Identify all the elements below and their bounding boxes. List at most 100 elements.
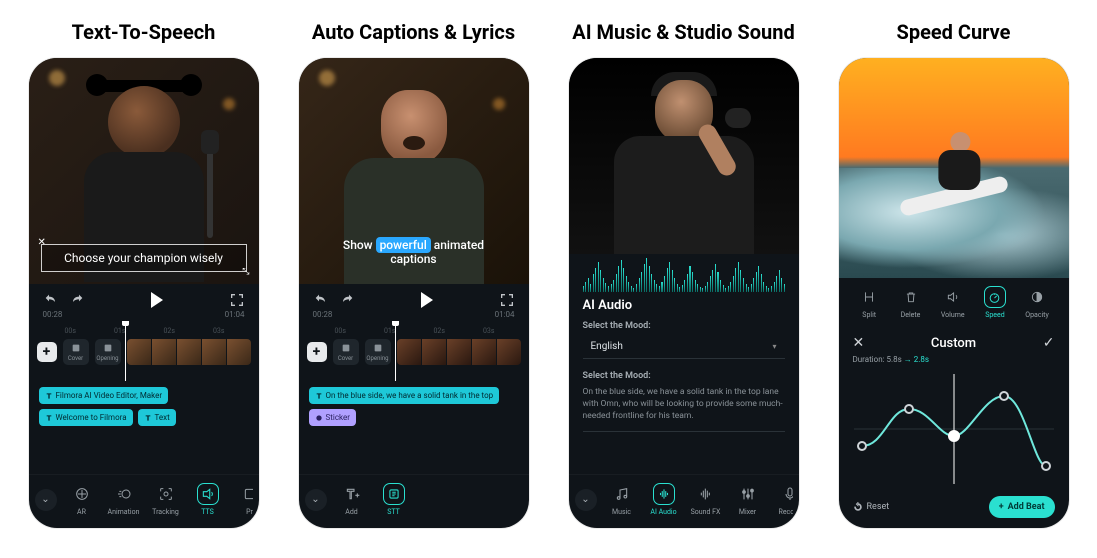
add-beat-button[interactable]: +Add Beat (989, 496, 1055, 518)
playhead[interactable] (125, 321, 126, 381)
close-icon[interactable]: ✕ (38, 237, 46, 248)
speed-icon (984, 286, 1006, 308)
resize-handle-icon[interactable]: ⤡ (242, 267, 249, 277)
target-icon (155, 483, 177, 505)
undo-icon[interactable] (313, 292, 329, 308)
time-total: 01:04 (495, 310, 515, 319)
curve-header: ✕ Custom ✓ (839, 325, 1069, 355)
chevron-down-icon[interactable]: ⌄ (305, 489, 327, 511)
curve-footer: Reset +Add Beat (839, 490, 1069, 528)
text-tag[interactable]: Filmora AI Video Editor, Maker (39, 387, 169, 404)
text-track: On the blue side, we have a solid tank i… (299, 381, 529, 432)
cover-button[interactable]: Cover (333, 339, 359, 365)
split-tool[interactable]: Split (858, 286, 880, 319)
overlay-text: Choose your champion wisely (64, 251, 223, 265)
fullscreen-icon[interactable] (499, 292, 515, 308)
video-preview[interactable] (839, 58, 1069, 278)
text-track: Filmora AI Video Editor, Maker Welcome t… (29, 381, 259, 432)
add-clip-button[interactable]: + (307, 342, 327, 362)
mic-icon (779, 483, 793, 505)
play-button[interactable] (421, 292, 433, 308)
motion-icon (113, 483, 135, 505)
sticker-tag[interactable]: Sticker (309, 409, 356, 426)
preset-tool[interactable]: Pr (231, 483, 253, 516)
text-overlay[interactable]: ✕ Choose your champion wisely ⤡ (41, 244, 247, 272)
mixer-tool[interactable]: Mixer (729, 483, 767, 516)
phone-3: AI Audio Select the Mood: English ▾ Sele… (569, 58, 799, 528)
mood-label-1: Select the Mood: (569, 317, 799, 335)
text-tag[interactable]: Welcome to Filmora (39, 409, 133, 426)
delete-tool[interactable]: Delete (900, 286, 922, 319)
bottom-toolbar: ⌄ Add STT (299, 474, 529, 528)
speed-curve-graph[interactable] (853, 374, 1055, 484)
mixer-icon (737, 483, 759, 505)
reset-button[interactable]: Reset (853, 502, 890, 512)
chevron-down-icon: ▾ (772, 342, 776, 351)
record-tool[interactable]: Record (771, 483, 793, 516)
split-icon (858, 286, 880, 308)
ai-audio-title: AI Audio (569, 292, 799, 317)
time-total: 01:04 (225, 310, 245, 319)
video-clip[interactable] (397, 339, 521, 365)
text-tag[interactable]: Text (138, 409, 176, 426)
transport-bar (299, 284, 529, 310)
opacity-icon (1026, 286, 1048, 308)
time-display: 00:28 01:04 (299, 310, 529, 321)
video-preview[interactable]: Show powerful animated captions (299, 58, 529, 284)
ar-tool[interactable]: AR (63, 483, 101, 516)
cover-button[interactable]: Cover (63, 339, 89, 365)
transcript-text[interactable]: On the blue side, we have a solid tank i… (583, 387, 785, 432)
opening-button[interactable]: Opening (365, 339, 391, 365)
panel-1-title: Text-To-Speech (72, 20, 216, 44)
soundfx-tool[interactable]: Sound FX (687, 483, 725, 516)
undo-icon[interactable] (43, 292, 59, 308)
highlighted-word: powerful (376, 237, 431, 253)
curve-title: Custom (931, 336, 976, 351)
timeline[interactable]: 00s01s02s03s + Cover Opening (299, 321, 529, 381)
tts-icon (197, 483, 219, 505)
select-value: English (591, 341, 623, 352)
caption-overlay: Show powerful animated captions (311, 232, 517, 272)
music-icon (611, 483, 633, 505)
trash-icon (900, 286, 922, 308)
animation-tool[interactable]: Animation (105, 483, 143, 516)
soundfx-icon (695, 483, 717, 505)
chevron-down-icon[interactable]: ⌄ (35, 489, 57, 511)
panel-2-title: Auto Captions & Lyrics (312, 20, 515, 44)
ai-audio-icon (653, 483, 675, 505)
panel-4-title: Speed Curve (897, 20, 1011, 44)
tracking-tool[interactable]: Tracking (147, 483, 185, 516)
box-icon (239, 483, 253, 505)
chevron-down-icon[interactable]: ⌄ (575, 489, 597, 511)
fullscreen-icon[interactable] (229, 292, 245, 308)
tts-tool[interactable]: TTS (189, 483, 227, 516)
speed-tool[interactable]: Speed (984, 286, 1006, 319)
phone-1: ✕ Choose your champion wisely ⤡ 00:28 01… (29, 58, 259, 528)
music-tool[interactable]: Music (603, 483, 641, 516)
close-icon[interactable]: ✕ (853, 335, 865, 351)
mood-label-2: Select the Mood: (569, 367, 799, 385)
transport-bar (29, 284, 259, 310)
confirm-icon[interactable]: ✓ (1043, 335, 1055, 351)
language-select[interactable]: English ▾ (583, 335, 785, 359)
opacity-tool[interactable]: Opacity (1025, 286, 1049, 319)
bottom-toolbar: ⌄ AR Animation Tracking TTS Pr (29, 474, 259, 528)
redo-icon[interactable] (339, 292, 355, 308)
volume-tool[interactable]: Volume (941, 286, 965, 319)
ai-audio-tool[interactable]: AI Audio (645, 483, 683, 516)
video-preview[interactable]: ✕ Choose your champion wisely ⤡ (29, 58, 259, 284)
play-button[interactable] (151, 292, 163, 308)
video-clip[interactable] (127, 339, 251, 365)
stt-tool[interactable]: STT (375, 483, 413, 516)
add-text-tool[interactable]: Add (333, 483, 371, 516)
video-preview[interactable] (569, 58, 799, 254)
redo-icon[interactable] (69, 292, 85, 308)
audio-waveform (569, 254, 799, 292)
timeline[interactable]: 00s01s02s03s + Cover Opening (29, 321, 259, 381)
phone-4: Split Delete Volume Speed Opacity ✕ Cust… (839, 58, 1069, 528)
add-clip-button[interactable]: + (37, 342, 57, 362)
playhead[interactable] (395, 321, 396, 381)
edit-toolbar: Split Delete Volume Speed Opacity (839, 278, 1069, 325)
caption-tag[interactable]: On the blue side, we have a solid tank i… (309, 387, 500, 404)
opening-button[interactable]: Opening (95, 339, 121, 365)
